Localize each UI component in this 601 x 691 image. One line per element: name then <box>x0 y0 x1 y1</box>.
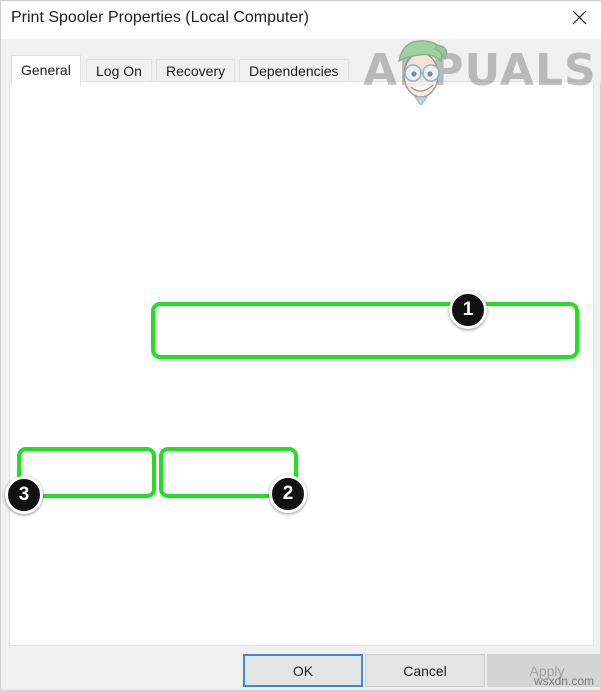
general-tab-panel <box>9 81 594 646</box>
tab-log-on[interactable]: Log On <box>86 59 152 83</box>
tab-strip: General Log On Recovery Dependencies <box>1 39 601 85</box>
step-badge-3: 3 <box>5 476 43 514</box>
close-glyph <box>572 10 586 24</box>
tab-recovery[interactable]: Recovery <box>156 59 236 83</box>
window-title: Print Spooler Properties (Local Computer… <box>11 9 309 26</box>
tab-general[interactable]: General <box>11 55 81 85</box>
cancel-button[interactable]: Cancel <box>365 654 485 687</box>
tab-dependencies[interactable]: Dependencies <box>239 59 349 83</box>
service-properties-window: Print Spooler Properties (Local Computer… <box>0 0 601 691</box>
site-watermark: wsxdn.com <box>533 674 594 688</box>
step-badge-2: 2 <box>269 475 307 513</box>
title-bar: Print Spooler Properties (Local Computer… <box>1 1 601 39</box>
step-badge-1: 1 <box>449 291 487 329</box>
ok-button[interactable]: OK <box>243 654 363 687</box>
close-icon[interactable] <box>556 1 601 33</box>
